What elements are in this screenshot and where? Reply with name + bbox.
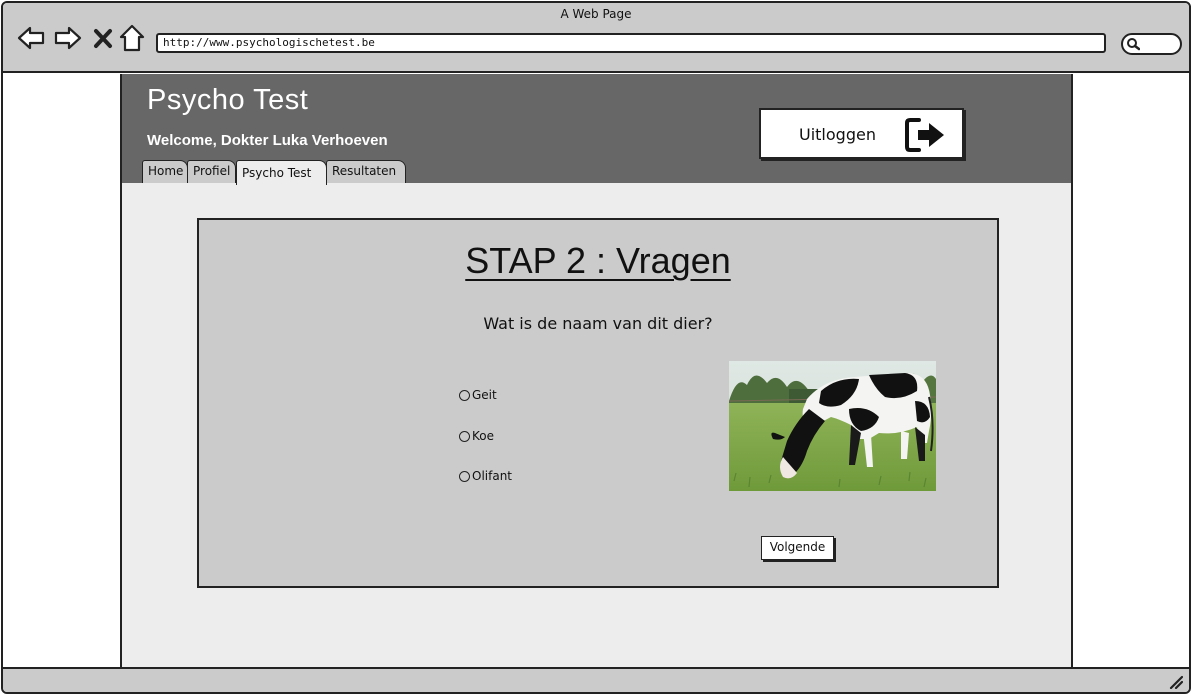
tab-label: Resultaten <box>332 164 397 178</box>
search-icon <box>1127 38 1140 51</box>
next-button[interactable]: Volgende <box>761 536 834 560</box>
tab-profiel[interactable]: Profiel <box>187 160 236 183</box>
tab-label: Profiel <box>193 164 231 178</box>
radio-button[interactable] <box>459 430 470 442</box>
site-title: Psycho Test <box>147 84 309 116</box>
page-area: Psycho Test Welcome, Dokter Luka Verhoev… <box>120 74 1073 669</box>
window-title: A Web Page <box>560 7 632 21</box>
tab-psycho-test[interactable]: Psycho Test <box>236 160 327 185</box>
tab-label: Psycho Test <box>242 166 312 180</box>
logout-label: Uitloggen <box>799 125 876 144</box>
option-label: Geit <box>472 388 497 402</box>
tab-resultaten[interactable]: Resultaten <box>326 160 406 183</box>
tab-label: Home <box>148 164 184 178</box>
option-olifant[interactable]: Olifant <box>459 469 512 483</box>
site-header: Psycho Test Welcome, Dokter Luka Verhoev… <box>122 74 1071 185</box>
welcome-text: Welcome, Dokter Luka Verhoeven <box>147 132 388 149</box>
logout-arrow-icon <box>905 118 944 152</box>
browser-window: A Web Page http://www.psychologischetest… <box>1 1 1191 694</box>
tab-home[interactable]: Home <box>142 160 188 183</box>
home-icon[interactable] <box>119 23 145 53</box>
step-title: STAP 2 : Vragen <box>465 240 731 281</box>
browser-toolbar: A Web Page http://www.psychologischetest… <box>3 3 1189 73</box>
option-label: Koe <box>472 429 494 443</box>
browser-search-field[interactable] <box>1121 33 1182 55</box>
address-bar[interactable]: http://www.psychologischetest.be <box>156 33 1106 53</box>
question-text: Wat is de naam van dit dier? <box>483 314 713 333</box>
cow-image <box>729 361 936 491</box>
option-geit[interactable]: Geit <box>459 388 497 402</box>
close-icon[interactable] <box>93 23 113 53</box>
radio-button[interactable] <box>459 470 470 482</box>
logout-button[interactable]: Uitloggen <box>759 108 964 159</box>
forward-icon[interactable] <box>54 23 82 53</box>
option-label: Olifant <box>472 469 513 483</box>
question-panel: STAP 2 : Vragen Wat is de naam van dit d… <box>197 218 999 588</box>
status-bar <box>3 667 1189 692</box>
resize-grip-icon[interactable] <box>1169 675 1183 689</box>
back-icon[interactable] <box>17 23 45 53</box>
radio-button[interactable] <box>459 389 470 401</box>
option-koe[interactable]: Koe <box>459 429 494 443</box>
